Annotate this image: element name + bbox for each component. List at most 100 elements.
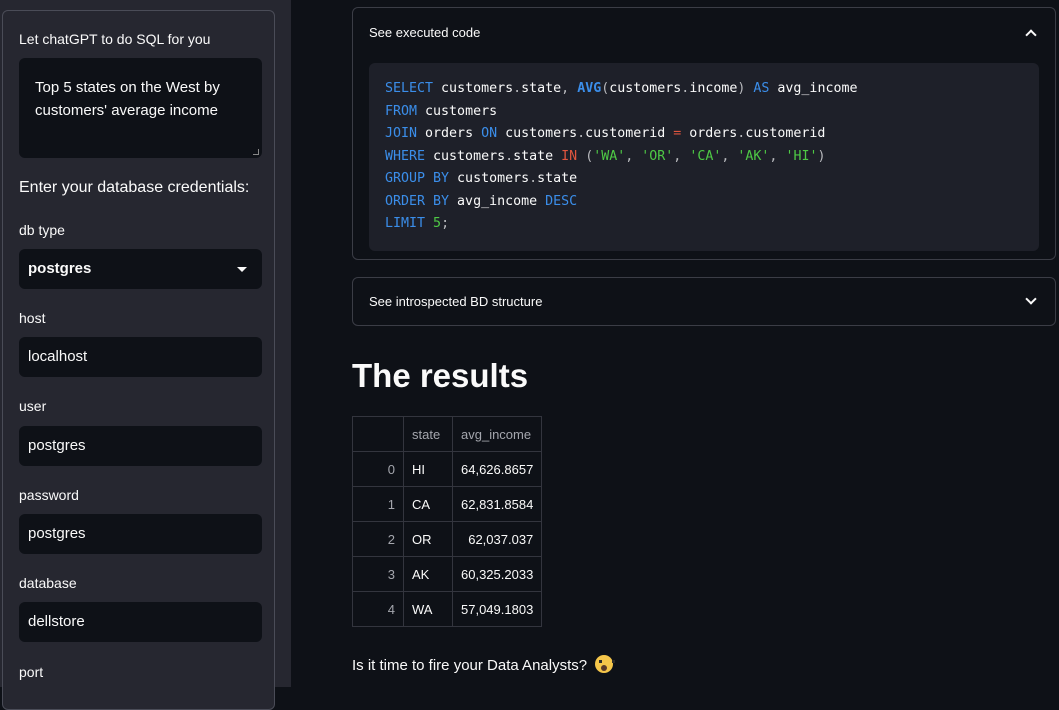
db-type-select[interactable]: postgres [19,249,262,289]
sidebar: Let chatGPT to do SQL for you Top 5 stat… [0,0,291,710]
code-token: 'AK' [737,148,770,164]
code-token: . [513,81,522,96]
code-token: state [513,148,562,164]
db-type-value: postgres [28,260,92,277]
cell-state[interactable]: HI [403,451,453,487]
code-token: WHERE [385,148,426,164]
sidebar-panel: Let chatGPT to do SQL for you Top 5 stat… [2,10,275,710]
table-row: 3 AK 60,325.2033 [352,556,543,592]
code-token: FROM [385,103,418,119]
footer-question-text: Is it time to fire your Data Analysts? [352,657,588,674]
user-label: user [19,398,47,414]
prompt-textarea[interactable]: Top 5 states on the West by customers' a… [19,58,262,158]
executed-code-header[interactable]: See executed code [369,25,480,40]
results-heading: The results [352,357,529,394]
cell-state[interactable]: WA [403,591,453,627]
column-header-index[interactable] [352,416,404,452]
cell-avg-income[interactable]: 64,626.8657 [451,451,543,487]
code-token: . [505,148,514,164]
prompt-label: Let chatGPT to do SQL for you [19,31,211,47]
table-row: 0 HI 64,626.8657 [352,451,543,487]
code-token: customers [425,148,506,164]
code-line: WHERE customers.state IN ('WA', 'OR', 'C… [385,146,1023,169]
results-table: state avg_income 0 HI 64,626.8657 1 CA 6… [352,416,543,627]
code-line: FROM customers [385,101,1023,124]
cell-avg-income[interactable]: 62,831.8584 [451,486,543,522]
code-token: customers [417,103,498,119]
row-index: 2 [352,521,404,557]
code-token: LIMIT [385,216,426,231]
code-token: income [689,81,738,96]
row-index: 3 [352,556,404,592]
dropdown-caret-icon [237,267,247,272]
resize-handle-icon[interactable] [253,149,259,155]
code-token: , [561,81,570,96]
column-header-state[interactable]: state [403,416,453,452]
column-header-avg-income[interactable]: avg_income [451,416,543,452]
code-token: 'HI' [785,148,818,164]
cell-state[interactable]: OR [403,521,453,557]
code-token: DESC [545,193,578,209]
table-row: 1 CA 62,831.8584 [352,486,543,522]
code-token: avg_income [769,81,858,96]
code-token: ) [817,148,826,164]
code-token: 'OR' [641,148,674,164]
table-row: 2 OR 62,037.037 [352,521,543,557]
footer-question: Is it time to fire your Data Analysts? [352,655,616,674]
code-token: GROUP BY [385,171,450,186]
introspected-structure-expander[interactable]: See introspected BD structure [352,277,1056,326]
introspected-structure-header[interactable]: See introspected BD structure [369,294,542,309]
code-token: state [521,81,562,96]
code-token: JOIN [385,126,418,141]
cell-state[interactable]: CA [403,486,453,522]
code-token: state [537,171,578,186]
code-token: customers [609,81,682,96]
db-type-label: db type [19,222,65,238]
password-input[interactable]: postgres [19,514,262,554]
chevron-down-icon[interactable] [1025,293,1037,305]
user-value: postgres [28,437,86,454]
code-token: IN [561,148,578,164]
table-row: 4 WA 57,049.1803 [352,591,543,627]
code-token: AVG [577,81,602,96]
code-token: AS [753,81,770,96]
row-index: 0 [352,451,404,487]
row-index: 4 [352,591,404,627]
cell-avg-income[interactable]: 60,325.2033 [451,556,543,592]
cell-state[interactable]: AK [403,556,453,592]
database-input[interactable]: dellstore [19,602,262,642]
cell-avg-income[interactable]: 57,049.1803 [451,591,543,627]
chevron-up-icon[interactable] [1025,29,1037,41]
screaming-face-icon [595,655,616,673]
prompt-text: Top 5 states on the West by customers' a… [35,79,220,119]
code-token: orders [417,126,482,141]
database-value: dellstore [28,613,85,630]
code-token: ON [481,126,498,141]
code-token: 5 [433,216,442,231]
code-token: ; [441,216,450,231]
code-token: customers [449,171,530,186]
sql-code-block: SELECT customers.state, AVG(customers.in… [369,63,1039,251]
code-token: customerid [585,126,674,141]
user-input[interactable]: postgres [19,426,262,466]
database-label: database [19,575,77,591]
code-token: . [529,171,538,186]
code-line: LIMIT 5; [385,213,1023,236]
password-value: postgres [28,525,86,542]
code-token: customers [497,126,578,141]
code-line: ORDER BY avg_income DESC [385,191,1023,214]
credentials-heading: Enter your database credentials: [19,179,250,196]
code-token: . [577,126,586,141]
host-label: host [19,310,46,326]
password-label: password [19,487,79,503]
cell-avg-income[interactable]: 62,037.037 [451,521,543,557]
code-token: orders [681,126,738,141]
code-line: SELECT customers.state, AVG(customers.in… [385,78,1023,101]
host-input[interactable]: localhost [19,337,262,377]
executed-code-expander: See executed code SELECT customers.state… [352,7,1056,260]
row-index: 1 [352,486,404,522]
code-token: ORDER BY [385,193,450,209]
